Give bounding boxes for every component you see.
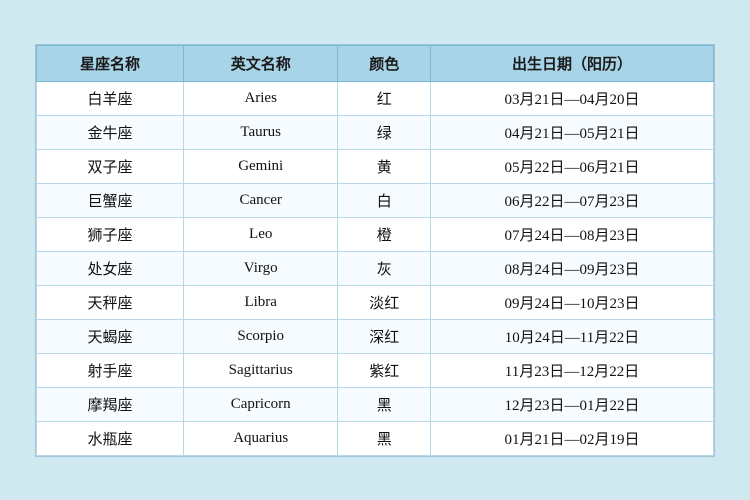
table-header-row: 星座名称 英文名称 颜色 出生日期（阳历）: [37, 45, 714, 81]
cell-date: 03月21日—04月20日: [430, 81, 713, 115]
cell-date: 08月24日—09月23日: [430, 251, 713, 285]
cell-english-name: Gemini: [183, 149, 337, 183]
cell-english-name: Leo: [183, 217, 337, 251]
cell-date: 05月22日—06月21日: [430, 149, 713, 183]
header-chinese-name: 星座名称: [37, 45, 184, 81]
cell-color: 灰: [338, 251, 431, 285]
cell-color: 白: [338, 183, 431, 217]
cell-color: 黑: [338, 421, 431, 455]
cell-chinese-name: 水瓶座: [37, 421, 184, 455]
header-color: 颜色: [338, 45, 431, 81]
table-row: 巨蟹座Cancer白06月22日—07月23日: [37, 183, 714, 217]
cell-chinese-name: 摩羯座: [37, 387, 184, 421]
header-english-name: 英文名称: [183, 45, 337, 81]
table-row: 摩羯座Capricorn黑12月23日—01月22日: [37, 387, 714, 421]
cell-date: 10月24日—11月22日: [430, 319, 713, 353]
cell-english-name: Capricorn: [183, 387, 337, 421]
table-row: 射手座Sagittarius紫红11月23日—12月22日: [37, 353, 714, 387]
table-row: 金牛座Taurus绿04月21日—05月21日: [37, 115, 714, 149]
cell-date: 01月21日—02月19日: [430, 421, 713, 455]
cell-color: 淡红: [338, 285, 431, 319]
cell-color: 绿: [338, 115, 431, 149]
table-row: 处女座Virgo灰08月24日—09月23日: [37, 251, 714, 285]
cell-english-name: Virgo: [183, 251, 337, 285]
cell-english-name: Scorpio: [183, 319, 337, 353]
table-row: 天秤座Libra淡红09月24日—10月23日: [37, 285, 714, 319]
cell-date: 04月21日—05月21日: [430, 115, 713, 149]
cell-english-name: Cancer: [183, 183, 337, 217]
cell-english-name: Taurus: [183, 115, 337, 149]
zodiac-table-container: 星座名称 英文名称 颜色 出生日期（阳历） 白羊座Aries红03月21日—04…: [35, 44, 715, 457]
cell-chinese-name: 金牛座: [37, 115, 184, 149]
cell-english-name: Libra: [183, 285, 337, 319]
cell-color: 红: [338, 81, 431, 115]
cell-color: 紫红: [338, 353, 431, 387]
table-row: 双子座Gemini黄05月22日—06月21日: [37, 149, 714, 183]
cell-chinese-name: 巨蟹座: [37, 183, 184, 217]
cell-chinese-name: 天秤座: [37, 285, 184, 319]
cell-chinese-name: 狮子座: [37, 217, 184, 251]
table-row: 狮子座Leo橙07月24日—08月23日: [37, 217, 714, 251]
cell-english-name: Aquarius: [183, 421, 337, 455]
cell-chinese-name: 处女座: [37, 251, 184, 285]
cell-color: 黄: [338, 149, 431, 183]
cell-date: 12月23日—01月22日: [430, 387, 713, 421]
cell-date: 09月24日—10月23日: [430, 285, 713, 319]
cell-date: 11月23日—12月22日: [430, 353, 713, 387]
table-row: 白羊座Aries红03月21日—04月20日: [37, 81, 714, 115]
table-body: 白羊座Aries红03月21日—04月20日金牛座Taurus绿04月21日—0…: [37, 81, 714, 455]
cell-date: 07月24日—08月23日: [430, 217, 713, 251]
cell-color: 黑: [338, 387, 431, 421]
cell-chinese-name: 双子座: [37, 149, 184, 183]
zodiac-table: 星座名称 英文名称 颜色 出生日期（阳历） 白羊座Aries红03月21日—04…: [36, 45, 714, 456]
header-date: 出生日期（阳历）: [430, 45, 713, 81]
cell-color: 深红: [338, 319, 431, 353]
cell-chinese-name: 射手座: [37, 353, 184, 387]
table-row: 天蝎座Scorpio深红10月24日—11月22日: [37, 319, 714, 353]
cell-chinese-name: 天蝎座: [37, 319, 184, 353]
cell-color: 橙: [338, 217, 431, 251]
cell-english-name: Aries: [183, 81, 337, 115]
cell-chinese-name: 白羊座: [37, 81, 184, 115]
cell-english-name: Sagittarius: [183, 353, 337, 387]
table-row: 水瓶座Aquarius黑01月21日—02月19日: [37, 421, 714, 455]
cell-date: 06月22日—07月23日: [430, 183, 713, 217]
